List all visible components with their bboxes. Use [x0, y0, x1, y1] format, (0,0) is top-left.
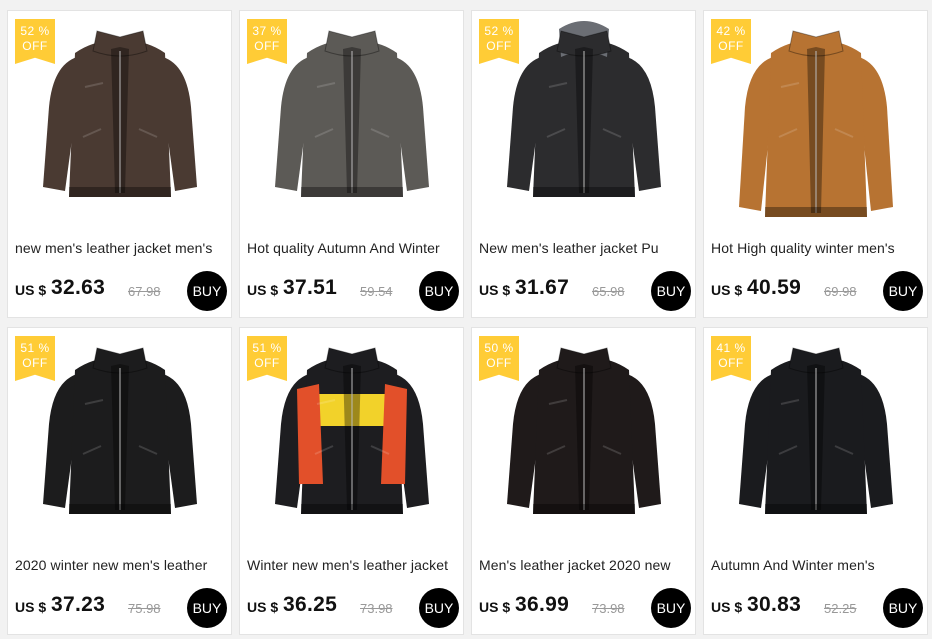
discount-badge: 41 % OFF — [711, 336, 751, 381]
product-price: 32.63 — [51, 276, 106, 299]
price-row: US $37.51 59.54 BUY — [247, 271, 459, 311]
original-price: 73.98 — [360, 601, 393, 616]
currency-label: US $ — [15, 599, 47, 615]
discount-off-label: OFF — [718, 39, 744, 53]
discount-percent: 52 % — [20, 24, 50, 38]
original-price: 67.98 — [128, 284, 161, 299]
discount-badge: 42 % OFF — [711, 19, 751, 64]
discount-badge: 51 % OFF — [247, 336, 287, 381]
product-price: 30.83 — [747, 593, 802, 616]
discount-badge: 37 % OFF — [247, 19, 287, 64]
product-card[interactable]: 51 % OFF 2020 winter new men's leather US $… — [7, 327, 232, 635]
product-title[interactable]: New men's leather jacket Pu — [479, 240, 691, 256]
product-title[interactable]: Hot High quality winter men's — [711, 240, 923, 256]
discount-off-label: OFF — [254, 39, 280, 53]
product-card[interactable]: 51 % OFF Winter new men's leather jacket US… — [239, 327, 464, 635]
product-card[interactable]: 52 % OFF new men's leather jacket men's US … — [7, 10, 232, 318]
original-price: 73.98 — [592, 601, 625, 616]
product-price: 36.99 — [515, 593, 570, 616]
product-card[interactable]: 37 % OFF Hot quality Autumn And Winter US $… — [239, 10, 464, 318]
discount-off-label: OFF — [22, 356, 48, 370]
buy-button[interactable]: BUY — [187, 588, 227, 628]
discount-percent: 51 % — [252, 341, 282, 355]
buy-button[interactable]: BUY — [883, 271, 923, 311]
currency-label: US $ — [15, 282, 47, 298]
currency-label: US $ — [247, 282, 279, 298]
price-row: US $36.25 73.98 BUY — [247, 588, 459, 628]
currency-label: US $ — [711, 282, 743, 298]
discount-off-label: OFF — [718, 356, 744, 370]
original-price: 75.98 — [128, 601, 161, 616]
product-card[interactable]: 50 % OFF Men's leather jacket 2020 new US $… — [471, 327, 696, 635]
buy-button[interactable]: BUY — [651, 588, 691, 628]
product-title[interactable]: Hot quality Autumn And Winter — [247, 240, 459, 256]
price-row: US $32.63 67.98 BUY — [15, 271, 227, 311]
discount-off-label: OFF — [22, 39, 48, 53]
discount-percent: 37 % — [252, 24, 282, 38]
discount-percent: 42 % — [716, 24, 746, 38]
buy-button[interactable]: BUY — [651, 271, 691, 311]
price-row: US $37.23 75.98 BUY — [15, 588, 227, 628]
product-title[interactable]: Autumn And Winter men's — [711, 557, 923, 573]
buy-button[interactable]: BUY — [419, 271, 459, 311]
original-price: 52.25 — [824, 601, 857, 616]
product-price: 37.23 — [51, 593, 106, 616]
product-card[interactable]: 41 % OFF Autumn And Winter men's US $30.83 5… — [703, 327, 928, 635]
product-price: 36.25 — [283, 593, 338, 616]
original-price: 69.98 — [824, 284, 857, 299]
product-title[interactable]: Winter new men's leather jacket — [247, 557, 459, 573]
discount-badge: 52 % OFF — [479, 19, 519, 64]
buy-button[interactable]: BUY — [187, 271, 227, 311]
discount-percent: 41 % — [716, 341, 746, 355]
price-row: US $30.83 52.25 BUY — [711, 588, 923, 628]
discount-percent: 51 % — [20, 341, 50, 355]
discount-badge: 52 % OFF — [15, 19, 55, 64]
original-price: 59.54 — [360, 284, 393, 299]
price-row: US $40.59 69.98 BUY — [711, 271, 923, 311]
currency-label: US $ — [479, 282, 511, 298]
discount-percent: 50 % — [484, 341, 514, 355]
currency-label: US $ — [479, 599, 511, 615]
original-price: 65.98 — [592, 284, 625, 299]
currency-label: US $ — [711, 599, 743, 615]
discount-off-label: OFF — [486, 39, 512, 53]
product-price: 31.67 — [515, 276, 570, 299]
price-row: US $31.67 65.98 BUY — [479, 271, 691, 311]
product-grid: 52 % OFF new men's leather jacket men's US … — [7, 10, 928, 635]
discount-off-label: OFF — [254, 356, 280, 370]
product-price: 37.51 — [283, 276, 338, 299]
product-price: 40.59 — [747, 276, 802, 299]
buy-button[interactable]: BUY — [419, 588, 459, 628]
discount-badge: 51 % OFF — [15, 336, 55, 381]
discount-off-label: OFF — [486, 356, 512, 370]
discount-percent: 52 % — [484, 24, 514, 38]
product-card[interactable]: 52 % OFF New men's leather jacket Pu US $31… — [471, 10, 696, 318]
currency-label: US $ — [247, 599, 279, 615]
product-title[interactable]: Men's leather jacket 2020 new — [479, 557, 691, 573]
product-title[interactable]: new men's leather jacket men's — [15, 240, 227, 256]
product-title[interactable]: 2020 winter new men's leather — [15, 557, 227, 573]
buy-button[interactable]: BUY — [883, 588, 923, 628]
price-row: US $36.99 73.98 BUY — [479, 588, 691, 628]
product-card[interactable]: 42 % OFF Hot High quality winter men's US $… — [703, 10, 928, 318]
discount-badge: 50 % OFF — [479, 336, 519, 381]
